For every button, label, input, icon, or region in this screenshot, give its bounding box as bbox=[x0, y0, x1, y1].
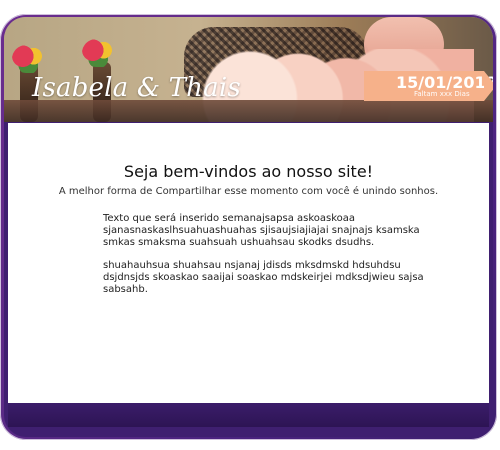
banner-floor bbox=[4, 100, 493, 122]
paragraph-1: Texto que será inserido semanajsapsa ask… bbox=[103, 213, 420, 248]
welcome-content: Seja bem-vindos ao nosso site! A melhor … bbox=[8, 123, 489, 413]
flowers-left-image bbox=[12, 45, 48, 73]
countdown-text: Faltam xxx Dias bbox=[414, 90, 470, 98]
hero-banner: Isabela & Thais 15/01/2018 Faltam xxx Di… bbox=[4, 17, 493, 122]
couple-names: Isabela & Thais bbox=[32, 73, 241, 103]
bottom-bar bbox=[8, 403, 489, 427]
page-title: Seja bem-vindos ao nosso site! bbox=[123, 162, 374, 181]
site-container: Isabela & Thais 15/01/2018 Faltam xxx Di… bbox=[4, 17, 493, 437]
flowers-right-image bbox=[82, 39, 118, 67]
paragraph-2: shuahauhsua shuahsau nsjanaj jdisds mksd… bbox=[103, 260, 424, 295]
page-subtitle: A melhor forma de Compartilhar esse mome… bbox=[58, 186, 439, 197]
date-ribbon: 15/01/2018 Faltam xxx Dias bbox=[364, 71, 493, 101]
